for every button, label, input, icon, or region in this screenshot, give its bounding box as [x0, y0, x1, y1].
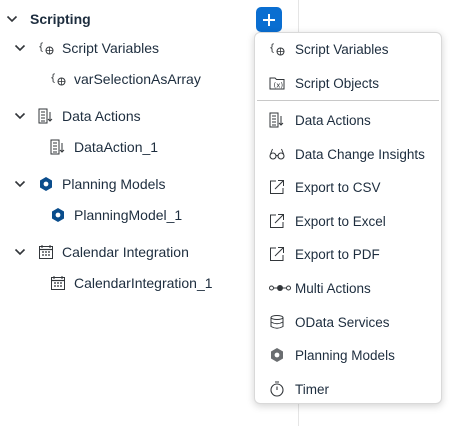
menu-item-export-csv[interactable]: Export to CSV [269, 176, 381, 198]
script-variable-icon: { [269, 41, 285, 57]
tree-node-label: Data Actions [62, 108, 141, 124]
svg-text:{: { [38, 42, 44, 53]
menu-item-label: Multi Actions [295, 280, 371, 296]
chevron-down-icon[interactable] [6, 13, 18, 25]
menu-item-label: Export to CSV [295, 179, 381, 195]
menu-item-label: Data Change Insights [295, 146, 425, 162]
export-icon [269, 213, 285, 229]
svg-text:{: { [50, 73, 56, 84]
chevron-down-icon[interactable] [14, 246, 26, 258]
menu-separator [257, 100, 439, 101]
menu-item-label: Export to Excel [295, 213, 386, 229]
chevron-down-icon[interactable] [14, 110, 26, 122]
script-variable-icon: { [38, 40, 54, 56]
add-button[interactable] [256, 7, 282, 32]
tree-node-label: Calendar Integration [62, 244, 189, 260]
tree-node-data-actions[interactable]: Data Actions [14, 104, 141, 128]
tree-leaf-varSelectionAsArray[interactable]: { varSelectionAsArray [50, 67, 201, 91]
menu-item-export-pdf[interactable]: Export to PDF [269, 243, 380, 265]
tree-leaf-DataAction_1[interactable]: DataAction_1 [50, 135, 158, 159]
glasses-icon [269, 146, 285, 162]
menu-item-timer[interactable]: Timer [269, 378, 329, 400]
svg-text:(x): (x) [274, 82, 284, 90]
export-icon [269, 246, 285, 262]
menu-item-export-excel[interactable]: Export to Excel [269, 210, 386, 232]
export-icon [269, 179, 285, 195]
data-action-icon [269, 112, 285, 128]
menu-item-label: Script Variables [295, 41, 389, 57]
scripting-title: Scripting [30, 11, 91, 27]
calendar-icon [38, 244, 54, 260]
tree-node-label: Planning Models [62, 176, 166, 192]
menu-item-data-change-insights[interactable]: Data Change Insights [269, 143, 425, 165]
script-object-icon: (x) [269, 75, 285, 91]
tree-leaf-PlanningModel_1[interactable]: PlanningModel_1 [50, 203, 182, 227]
add-menu: { Script Variables (x) Script Objects Da… [254, 32, 442, 404]
timer-icon [269, 381, 285, 397]
calendar-icon [50, 275, 66, 291]
tree-leaf-label: CalendarIntegration_1 [74, 275, 213, 291]
menu-item-data-actions[interactable]: Data Actions [269, 109, 371, 131]
tree-leaf-label: DataAction_1 [74, 139, 159, 155]
data-action-icon [50, 139, 66, 155]
menu-item-label: OData Services [295, 314, 390, 330]
tree-leaf-CalendarIntegration_1[interactable]: CalendarIntegration_1 [50, 271, 213, 295]
chevron-down-icon[interactable] [14, 42, 26, 54]
menu-item-script-objects[interactable]: (x) Script Objects [269, 72, 379, 94]
menu-item-multi-actions[interactable]: Multi Actions [269, 277, 371, 299]
menu-item-label: Data Actions [295, 112, 371, 128]
tree-leaf-label: PlanningModel_1 [74, 207, 183, 223]
script-variable-icon: { [50, 71, 66, 87]
tree-node-label: Script Variables [62, 40, 160, 56]
menu-item-label: Planning Models [295, 347, 395, 363]
multi-action-icon [269, 280, 291, 296]
menu-item-label: Export to PDF [295, 246, 380, 262]
chevron-down-icon[interactable] [14, 178, 26, 190]
plus-icon [263, 13, 275, 26]
tree-node-calendar-integration[interactable]: Calendar Integration [14, 240, 189, 264]
planning-model-icon [38, 176, 54, 192]
planning-model-icon [50, 207, 66, 223]
menu-item-odata-services[interactable]: OData Services [269, 311, 390, 333]
svg-text:{: { [269, 43, 275, 54]
scripting-header[interactable]: Scripting [6, 7, 91, 31]
tree-leaf-label: varSelectionAsArray [74, 71, 201, 87]
menu-item-label: Script Objects [295, 75, 380, 91]
menu-item-planning-models[interactable]: Planning Models [269, 344, 395, 366]
tree-node-script-variables[interactable]: { Script Variables [14, 36, 159, 60]
data-action-icon [38, 108, 54, 124]
database-icon [269, 314, 285, 330]
tree-node-planning-models[interactable]: Planning Models [14, 172, 166, 196]
planning-model-icon [269, 347, 285, 363]
menu-item-script-variables[interactable]: { Script Variables [269, 38, 389, 60]
menu-item-label: Timer [295, 381, 329, 397]
